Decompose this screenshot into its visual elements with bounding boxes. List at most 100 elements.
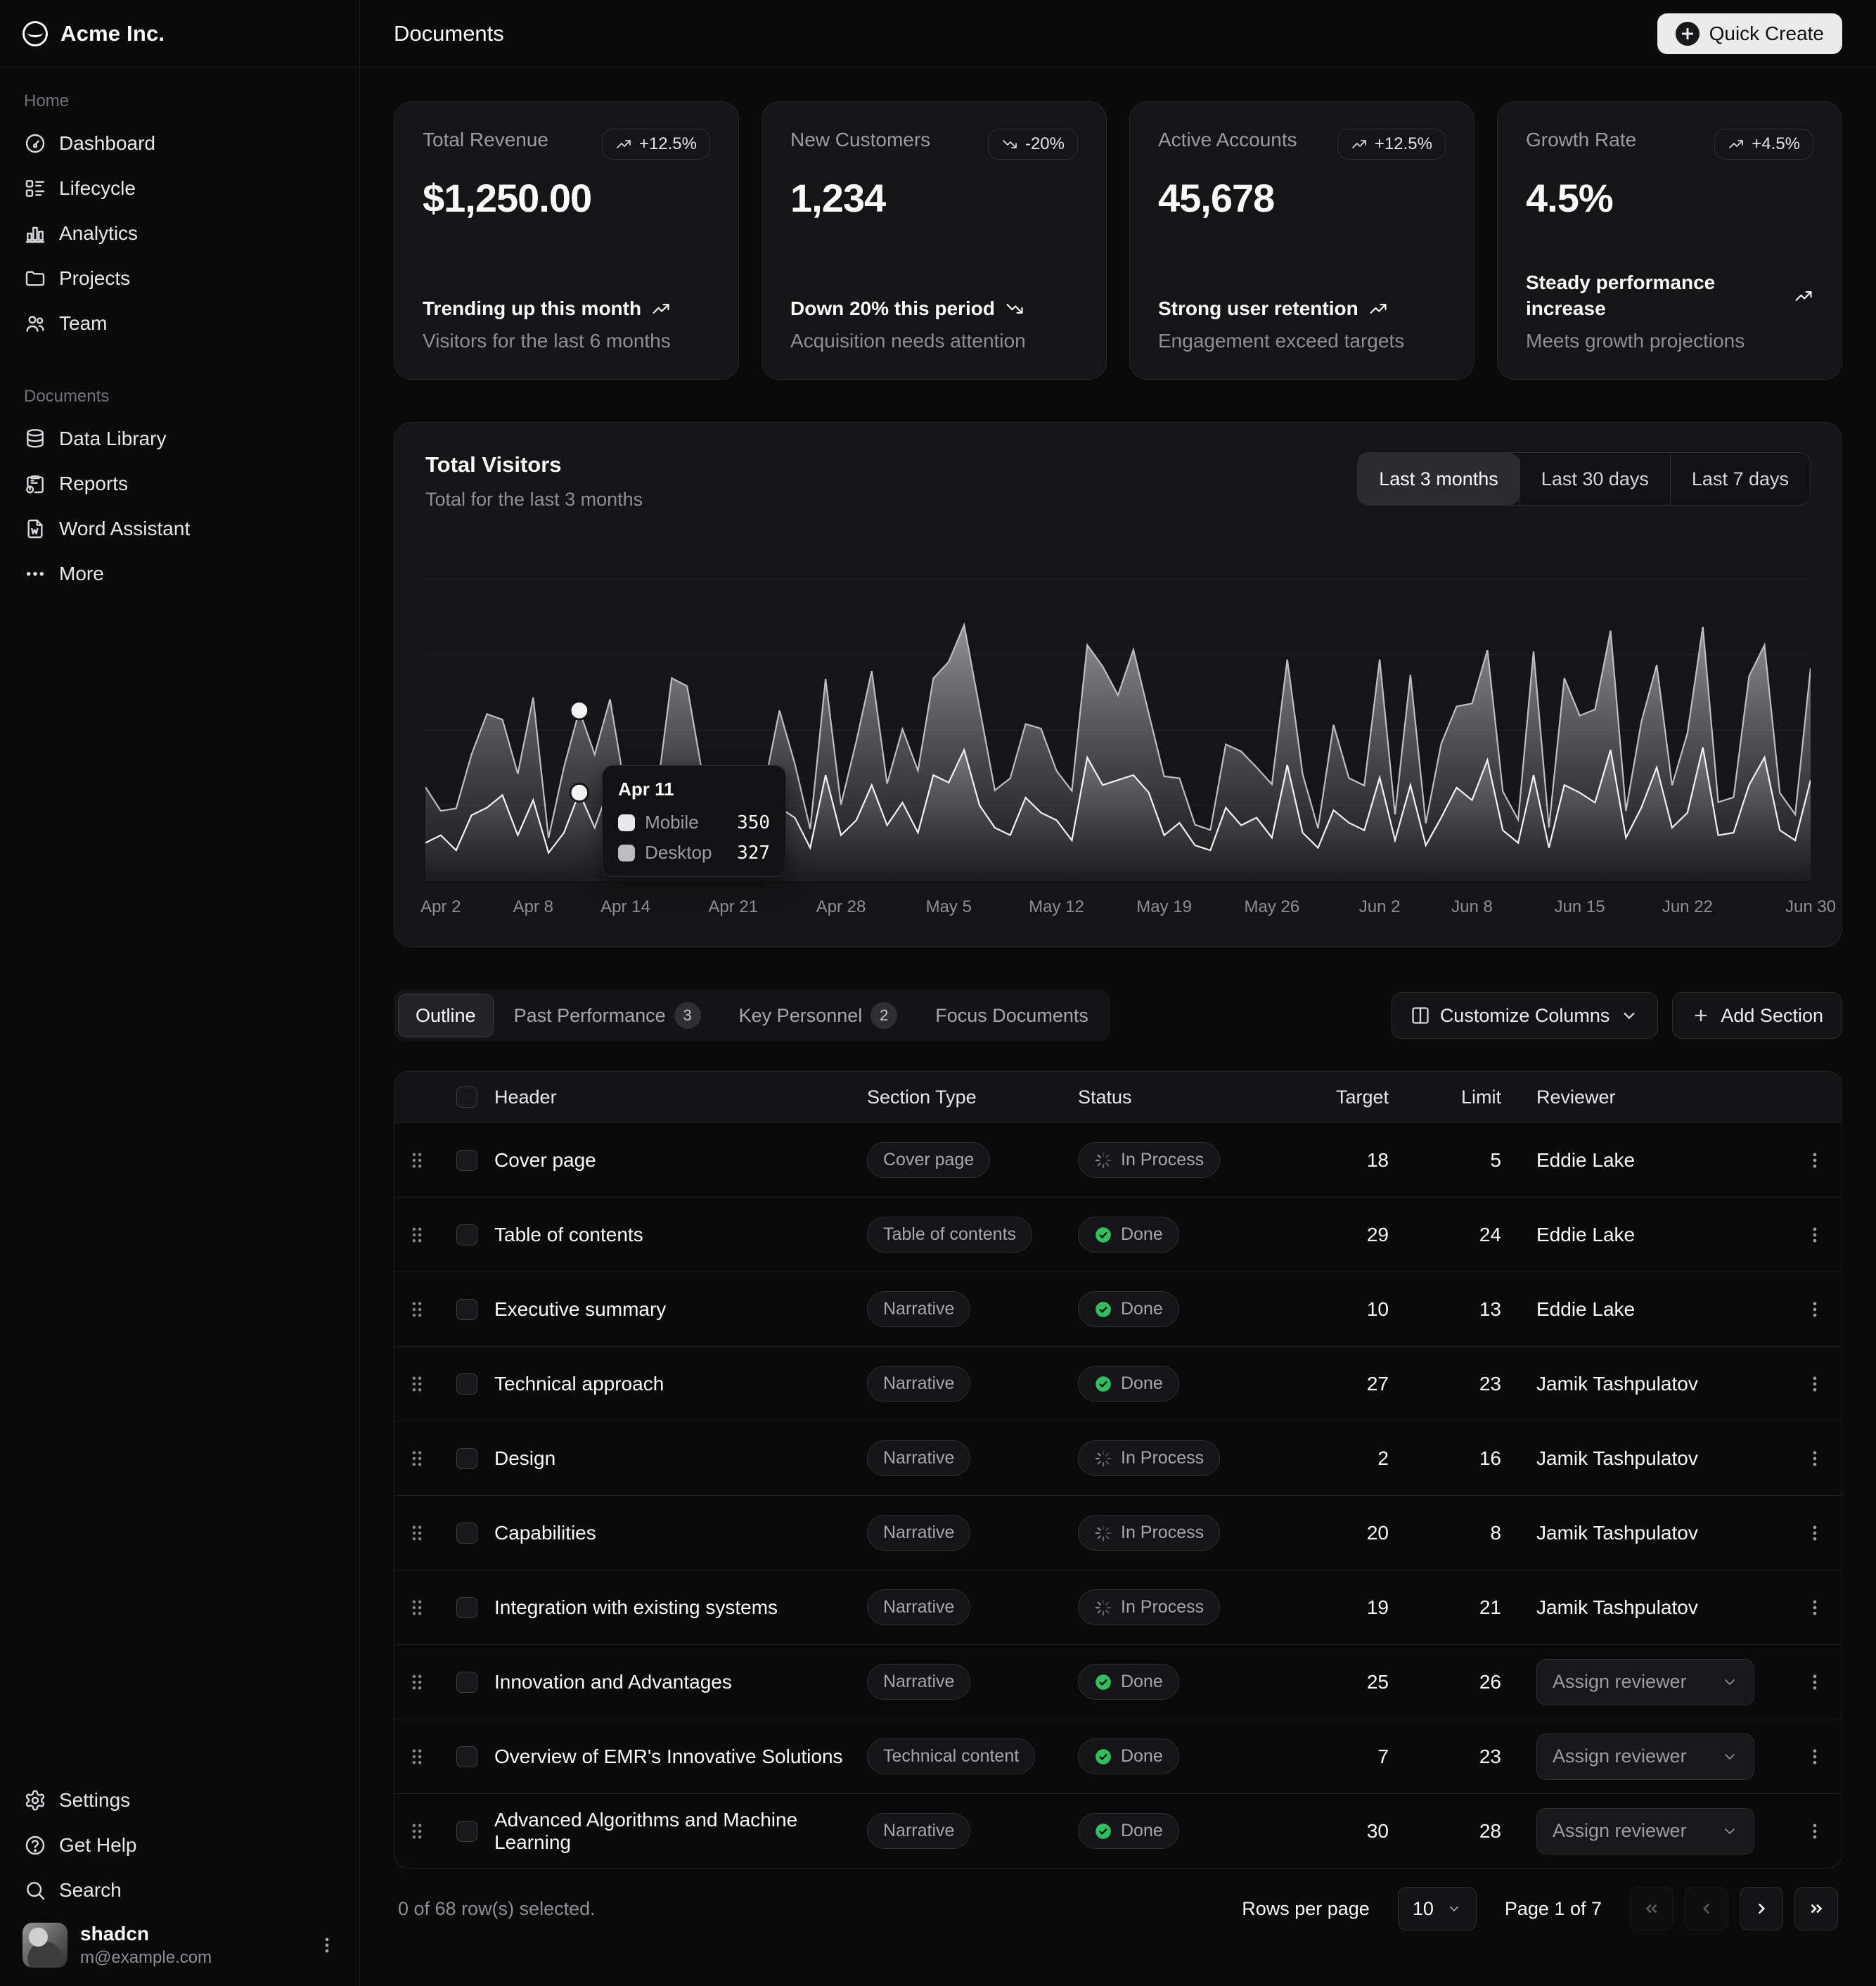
customize-columns-button[interactable]: Customize Columns	[1392, 992, 1659, 1039]
last-page-button[interactable]	[1794, 1887, 1838, 1930]
row-header-cell[interactable]: Overview of EMR's Innovative Solutions	[494, 1745, 867, 1768]
tab-key-personnel[interactable]: Key Personnel2	[721, 994, 915, 1037]
target-cell[interactable]: 10	[1289, 1298, 1394, 1321]
stat-card-label: Total Revenue	[423, 129, 548, 151]
row-header-cell[interactable]: Table of contents	[494, 1224, 867, 1246]
row-checkbox[interactable]	[456, 1373, 477, 1395]
drag-handle[interactable]	[394, 1521, 439, 1545]
row-checkbox[interactable]	[456, 1821, 477, 1842]
row-header-cell[interactable]: Executive summary	[494, 1298, 867, 1321]
row-menu-button[interactable]	[1788, 1523, 1842, 1543]
sidebar-item-analytics[interactable]: Analytics	[11, 211, 348, 256]
target-cell[interactable]: 18	[1289, 1149, 1394, 1172]
row-checkbox[interactable]	[456, 1224, 477, 1245]
target-cell[interactable]: 7	[1289, 1745, 1394, 1768]
quick-create-button[interactable]: Quick Create	[1657, 13, 1842, 54]
row-header-cell[interactable]: Design	[494, 1447, 867, 1470]
next-page-button[interactable]	[1740, 1887, 1783, 1930]
target-cell[interactable]: 29	[1289, 1224, 1394, 1246]
row-header-cell[interactable]: Advanced Algorithms and Machine Learning	[494, 1809, 867, 1854]
limit-cell[interactable]: 23	[1394, 1745, 1507, 1768]
sidebar-item-reports[interactable]: Reports	[11, 461, 348, 506]
target-cell[interactable]: 27	[1289, 1373, 1394, 1395]
rows-per-page-select[interactable]: 10	[1398, 1887, 1477, 1930]
row-menu-button[interactable]	[1788, 1374, 1842, 1394]
tab-past-performance[interactable]: Past Performance3	[496, 994, 719, 1037]
first-page-button[interactable]	[1630, 1887, 1673, 1930]
chart-range-toggle: Last 3 monthsLast 30 daysLast 7 days	[1357, 452, 1811, 506]
limit-cell[interactable]: 23	[1394, 1373, 1507, 1395]
row-menu-button[interactable]	[1788, 1747, 1842, 1767]
row-menu-button[interactable]	[1788, 1225, 1842, 1245]
drag-handle[interactable]	[394, 1298, 439, 1321]
sidebar-item-team[interactable]: Team	[11, 301, 348, 346]
status-badge: In Process	[1078, 1142, 1220, 1178]
plus-circle-icon	[1676, 22, 1700, 46]
drag-handle[interactable]	[394, 1596, 439, 1620]
prev-page-button[interactable]	[1685, 1887, 1728, 1930]
limit-cell[interactable]: 24	[1394, 1224, 1507, 1246]
sidebar-item-lifecycle[interactable]: Lifecycle	[11, 166, 348, 211]
limit-cell[interactable]: 5	[1394, 1149, 1507, 1172]
sidebar-item-dashboard[interactable]: Dashboard	[11, 121, 348, 166]
row-menu-button[interactable]	[1788, 1151, 1842, 1170]
target-cell[interactable]: 19	[1289, 1596, 1394, 1619]
range-last-30-days[interactable]: Last 30 days	[1520, 453, 1670, 505]
sidebar-item-projects[interactable]: Projects	[11, 256, 348, 301]
assign-reviewer-label: Assign reviewer	[1553, 1820, 1687, 1842]
row-menu-button[interactable]	[1788, 1821, 1842, 1841]
target-cell[interactable]: 2	[1289, 1447, 1394, 1470]
target-cell[interactable]: 20	[1289, 1522, 1394, 1544]
user-menu[interactable]: shadcn m@example.com	[11, 1913, 348, 1978]
assign-reviewer-select[interactable]: Assign reviewer	[1536, 1808, 1754, 1854]
assign-reviewer-select[interactable]: Assign reviewer	[1536, 1734, 1754, 1780]
row-header-cell[interactable]: Technical approach	[494, 1373, 867, 1395]
row-checkbox[interactable]	[456, 1150, 477, 1171]
row-menu-button[interactable]	[1788, 1449, 1842, 1468]
limit-cell[interactable]: 8	[1394, 1522, 1507, 1544]
limit-cell[interactable]: 21	[1394, 1596, 1507, 1619]
user-kebab-icon[interactable]	[317, 1935, 337, 1955]
drag-handle[interactable]	[394, 1670, 439, 1694]
drag-handle[interactable]	[394, 1447, 439, 1471]
row-header-cell[interactable]: Innovation and Advantages	[494, 1671, 867, 1693]
row-checkbox[interactable]	[456, 1672, 477, 1693]
limit-cell[interactable]: 13	[1394, 1298, 1507, 1321]
row-header-cell[interactable]: Cover page	[494, 1149, 867, 1172]
range-last-3-months[interactable]: Last 3 months	[1358, 453, 1520, 505]
sidebar-item-search[interactable]: Search	[11, 1868, 348, 1913]
row-checkbox[interactable]	[456, 1299, 477, 1320]
brand[interactable]: Acme Inc.	[0, 0, 359, 68]
assign-reviewer-select[interactable]: Assign reviewer	[1536, 1659, 1754, 1705]
sidebar-item-settings[interactable]: Settings	[11, 1778, 348, 1823]
limit-cell[interactable]: 28	[1394, 1820, 1507, 1843]
row-checkbox[interactable]	[456, 1523, 477, 1544]
row-menu-button[interactable]	[1788, 1672, 1842, 1692]
row-checkbox[interactable]	[456, 1746, 477, 1767]
range-last-7-days[interactable]: Last 7 days	[1670, 453, 1810, 505]
row-menu-button[interactable]	[1788, 1598, 1842, 1617]
limit-cell[interactable]: 16	[1394, 1447, 1507, 1470]
target-cell[interactable]: 30	[1289, 1820, 1394, 1843]
row-checkbox[interactable]	[456, 1448, 477, 1469]
tab-outline[interactable]: Outline	[398, 994, 494, 1037]
select-all-checkbox[interactable]	[456, 1087, 477, 1108]
row-checkbox[interactable]	[456, 1597, 477, 1618]
drag-handle[interactable]	[394, 1148, 439, 1172]
limit-cell[interactable]: 26	[1394, 1671, 1507, 1693]
drag-handle[interactable]	[394, 1372, 439, 1396]
tab-focus-documents[interactable]: Focus Documents	[918, 994, 1106, 1037]
add-section-button[interactable]: Add Section	[1672, 992, 1842, 1039]
sidebar-item-data-library[interactable]: Data Library	[11, 416, 348, 461]
column-header: Section Type	[867, 1087, 1078, 1108]
drag-handle[interactable]	[394, 1745, 439, 1769]
target-cell[interactable]: 25	[1289, 1671, 1394, 1693]
sidebar-item-more[interactable]: More	[11, 551, 348, 596]
drag-handle[interactable]	[394, 1819, 439, 1843]
row-header-cell[interactable]: Integration with existing systems	[494, 1596, 867, 1619]
drag-handle[interactable]	[394, 1223, 439, 1247]
sidebar-item-word-assistant[interactable]: Word Assistant	[11, 506, 348, 551]
row-menu-button[interactable]	[1788, 1300, 1842, 1319]
row-header-cell[interactable]: Capabilities	[494, 1522, 867, 1544]
sidebar-item-get-help[interactable]: Get Help	[11, 1823, 348, 1868]
